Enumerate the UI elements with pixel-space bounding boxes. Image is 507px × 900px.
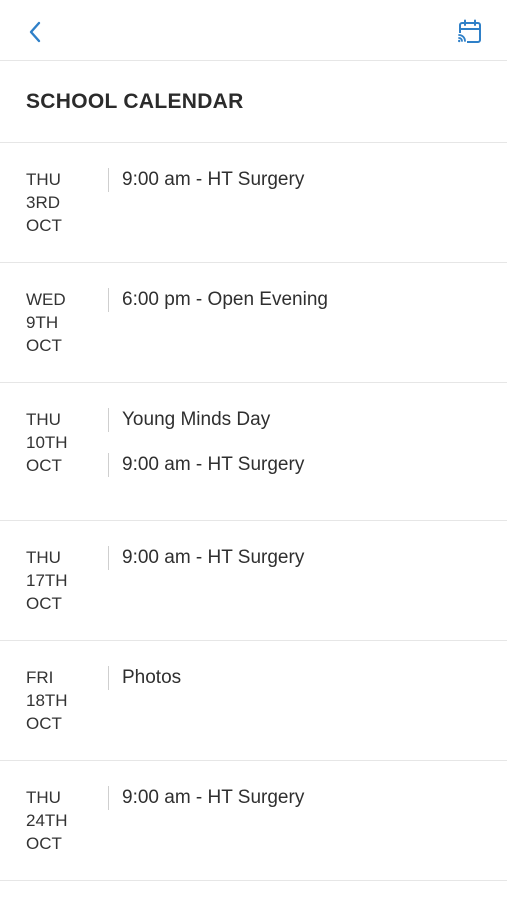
event-list: 9:00 am - HT Surgery xyxy=(108,786,507,880)
calendar-day-list: THU 3RD OCT 9:00 am - HT Surgery WED 9TH OCT 6:… xyxy=(0,143,507,881)
calendar-day-row: WED 9TH OCT 6:00 pm - Open Evening xyxy=(0,263,507,383)
event-item[interactable]: Young Minds Day xyxy=(108,408,507,432)
event-date-day: 3RD xyxy=(26,193,61,212)
event-date-weekday: THU xyxy=(26,410,61,429)
page-title: SCHOOL CALENDAR xyxy=(26,89,244,113)
event-date-weekday: THU xyxy=(26,788,61,807)
calendar-cast-icon xyxy=(457,19,481,45)
event-date-month: OCT xyxy=(26,456,62,475)
event-item[interactable]: 9:00 am - HT Surgery xyxy=(108,168,507,192)
event-list: Photos xyxy=(108,666,507,760)
event-date-day: 10TH xyxy=(26,433,68,452)
event-list: Young Minds Day 9:00 am - HT Surgery xyxy=(108,408,507,520)
page-title-section: SCHOOL CALENDAR xyxy=(0,61,507,143)
chevron-left-icon xyxy=(29,21,41,43)
event-date-day: 9TH xyxy=(26,313,59,332)
event-date-weekday: WED xyxy=(26,290,66,309)
event-date: THU 17TH OCT xyxy=(26,546,108,640)
event-date-weekday: FRI xyxy=(26,668,54,687)
event-list: 9:00 am - HT Surgery xyxy=(108,168,507,262)
event-item[interactable]: Photos xyxy=(108,666,507,690)
calendar-day-row: THU 3RD OCT 9:00 am - HT Surgery xyxy=(0,143,507,263)
event-date: THU 3RD OCT xyxy=(26,168,108,262)
calendar-day-row: THU 10TH OCT Young Minds Day 9:00 am - HT Su… xyxy=(0,383,507,521)
event-item[interactable]: 9:00 am - HT Surgery xyxy=(108,786,507,810)
calendar-day-row: THU 17TH OCT 9:00 am - HT Surgery xyxy=(0,521,507,641)
event-date-month: OCT xyxy=(26,594,62,613)
event-date: FRI 18TH OCT xyxy=(26,666,108,760)
back-button[interactable] xyxy=(22,18,48,46)
event-date-day: 18TH xyxy=(26,691,68,710)
event-date-day: 17TH xyxy=(26,571,68,590)
event-list: 9:00 am - HT Surgery xyxy=(108,546,507,640)
event-date-month: OCT xyxy=(26,834,62,853)
event-date: WED 9TH OCT xyxy=(26,288,108,382)
event-date-month: OCT xyxy=(26,336,62,355)
event-item[interactable]: 9:00 am - HT Surgery xyxy=(108,546,507,570)
event-date: THU 24TH OCT xyxy=(26,786,108,880)
event-date-weekday: THU xyxy=(26,170,61,189)
top-navigation-bar xyxy=(0,0,507,61)
event-list: 6:00 pm - Open Evening xyxy=(108,288,507,382)
event-date-day: 24TH xyxy=(26,811,68,830)
event-date-month: OCT xyxy=(26,216,62,235)
calendar-day-row: THU 24TH OCT 9:00 am - HT Surgery xyxy=(0,761,507,881)
event-date-month: OCT xyxy=(26,714,62,733)
event-item[interactable]: 9:00 am - HT Surgery xyxy=(108,453,507,477)
event-item[interactable]: 6:00 pm - Open Evening xyxy=(108,288,507,312)
calendar-day-row: FRI 18TH OCT Photos xyxy=(0,641,507,761)
event-date-weekday: THU xyxy=(26,548,61,567)
event-date: THU 10TH OCT xyxy=(26,408,108,520)
calendar-subscribe-button[interactable] xyxy=(455,17,485,47)
